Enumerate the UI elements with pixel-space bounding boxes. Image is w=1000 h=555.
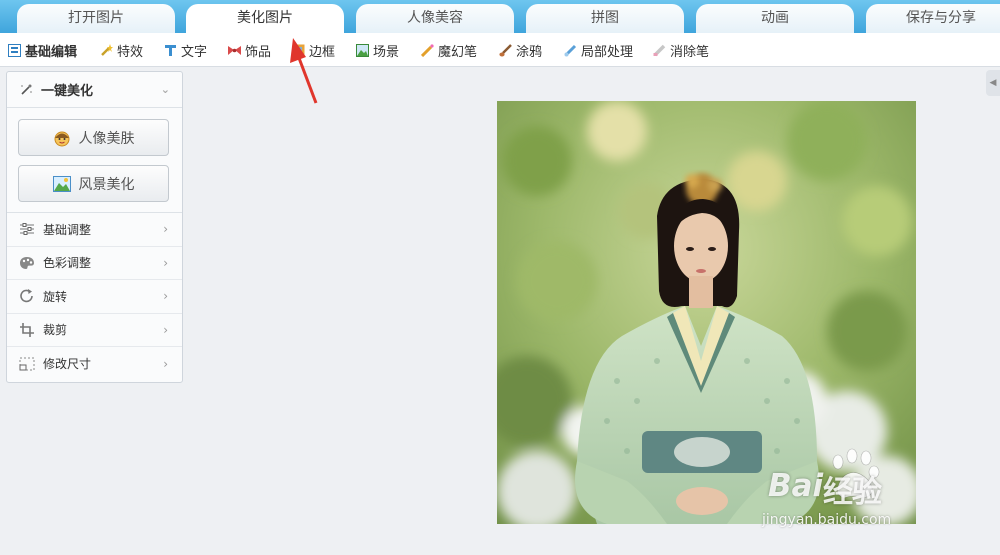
tool-label: 局部处理 — [581, 44, 634, 60]
tab-beautify-image[interactable]: 美化图片 — [186, 4, 344, 33]
panel-title: 一键美化 — [41, 84, 94, 99]
magic-wand-icon — [21, 84, 32, 95]
picture-icon — [52, 175, 71, 192]
tool-local-process[interactable]: 局部处理 — [564, 41, 634, 60]
menu-label: 色彩调整 — [43, 256, 92, 271]
tab-animation[interactable]: 动画 — [696, 4, 854, 33]
menu-label: 裁剪 — [43, 323, 68, 338]
chevron-down-icon[interactable]: ⌄ — [161, 83, 170, 96]
tool-label: 文字 — [181, 44, 208, 60]
crop-icon — [20, 322, 34, 337]
watermark-brand: Bai — [768, 468, 824, 504]
tool-accessories[interactable]: 饰品 — [228, 41, 272, 60]
chevron-right-icon: › — [163, 222, 168, 237]
magic-pen-icon — [421, 43, 434, 57]
watermark-url: jingyan.baidu.com — [762, 512, 892, 528]
tool-label: 饰品 — [245, 44, 272, 60]
resize-icon — [19, 357, 35, 371]
menu-basic-adjust[interactable]: 基础调整 › — [7, 213, 182, 247]
landscape-icon — [356, 43, 369, 57]
text-t-icon — [165, 44, 176, 56]
tool-effects[interactable]: 特效 — [100, 41, 144, 60]
menu-label: 修改尺寸 — [43, 357, 92, 372]
tool-label: 特效 — [117, 44, 144, 60]
tool-scene[interactable]: 场景 — [356, 41, 400, 60]
tab-collage[interactable]: 拼图 — [526, 4, 684, 33]
tab-save-share[interactable]: 保存与分享 — [866, 4, 1000, 33]
tab-portrait[interactable]: 人像美容 — [356, 4, 514, 33]
local-process-icon — [564, 44, 577, 56]
chevron-right-icon: › — [163, 356, 168, 371]
brush-icon — [499, 43, 512, 56]
frame-icon — [292, 44, 305, 56]
magic-wand-icon — [101, 43, 113, 56]
one-click-beautify-panel: 一键美化 ⌄ 人像美肤 风景美化 基础调整 › 色彩调整 › 旋转 › 裁剪 › — [6, 71, 183, 383]
tool-magic-pen[interactable]: 魔幻笔 — [421, 41, 478, 60]
tool-text[interactable]: 文字 — [164, 41, 208, 60]
tool-label: 消除笔 — [670, 44, 710, 60]
tool-basic-edit[interactable]: 基础编辑 — [8, 41, 78, 60]
tool-label: 魔幻笔 — [438, 44, 478, 60]
edit-toolbar: 基础编辑 特效 文字 饰品 边框 场景 魔幻笔 涂鸦 局部处理 消除笔 — [0, 33, 1000, 67]
menu-label: 旋转 — [43, 289, 68, 304]
tool-doodle[interactable]: 涂鸦 — [499, 41, 543, 60]
rotate-icon — [20, 289, 33, 303]
tool-label: 基础编辑 — [25, 44, 78, 60]
watermark-brand-cn: 经验 — [823, 475, 882, 510]
tool-label: 边框 — [309, 44, 336, 60]
collapse-panel-handle[interactable]: ◀ — [986, 70, 1000, 96]
adjust-menu: 基础调整 › 色彩调整 › 旋转 › 裁剪 › 修改尺寸 › — [7, 212, 182, 381]
palette-icon — [20, 256, 34, 269]
menu-color-adjust[interactable]: 色彩调整 › — [7, 247, 182, 280]
tool-label: 场景 — [373, 44, 400, 60]
panel-header[interactable]: 一键美化 ⌄ — [7, 72, 182, 108]
chevron-right-icon: › — [163, 289, 168, 304]
portrait-skin-button[interactable]: 人像美肤 — [18, 119, 169, 156]
chevron-right-icon: › — [163, 322, 168, 337]
eraser-pen-icon — [653, 44, 666, 56]
menu-crop[interactable]: 裁剪 › — [7, 314, 182, 347]
tool-frame[interactable]: 边框 — [292, 41, 336, 60]
bow-icon — [228, 45, 241, 55]
tab-open-image[interactable]: 打开图片 — [17, 4, 175, 33]
chevron-right-icon: › — [163, 255, 168, 270]
menu-resize[interactable]: 修改尺寸 › — [7, 347, 182, 381]
edit-icon — [8, 43, 21, 57]
menu-rotate[interactable]: 旋转 › — [7, 280, 182, 314]
tool-eraser-pen[interactable]: 消除笔 — [653, 41, 710, 60]
button-label: 人像美肤 — [78, 130, 135, 147]
menu-label: 基础调整 — [43, 222, 92, 237]
button-label: 风景美化 — [78, 176, 135, 193]
face-icon — [54, 131, 69, 146]
scenery-beautify-button[interactable]: 风景美化 — [18, 165, 169, 202]
tool-label: 涂鸦 — [516, 44, 543, 60]
main-tab-bar: 打开图片 美化图片 人像美容 拼图 动画 保存与分享 — [0, 0, 1000, 33]
sliders-icon — [20, 223, 34, 236]
